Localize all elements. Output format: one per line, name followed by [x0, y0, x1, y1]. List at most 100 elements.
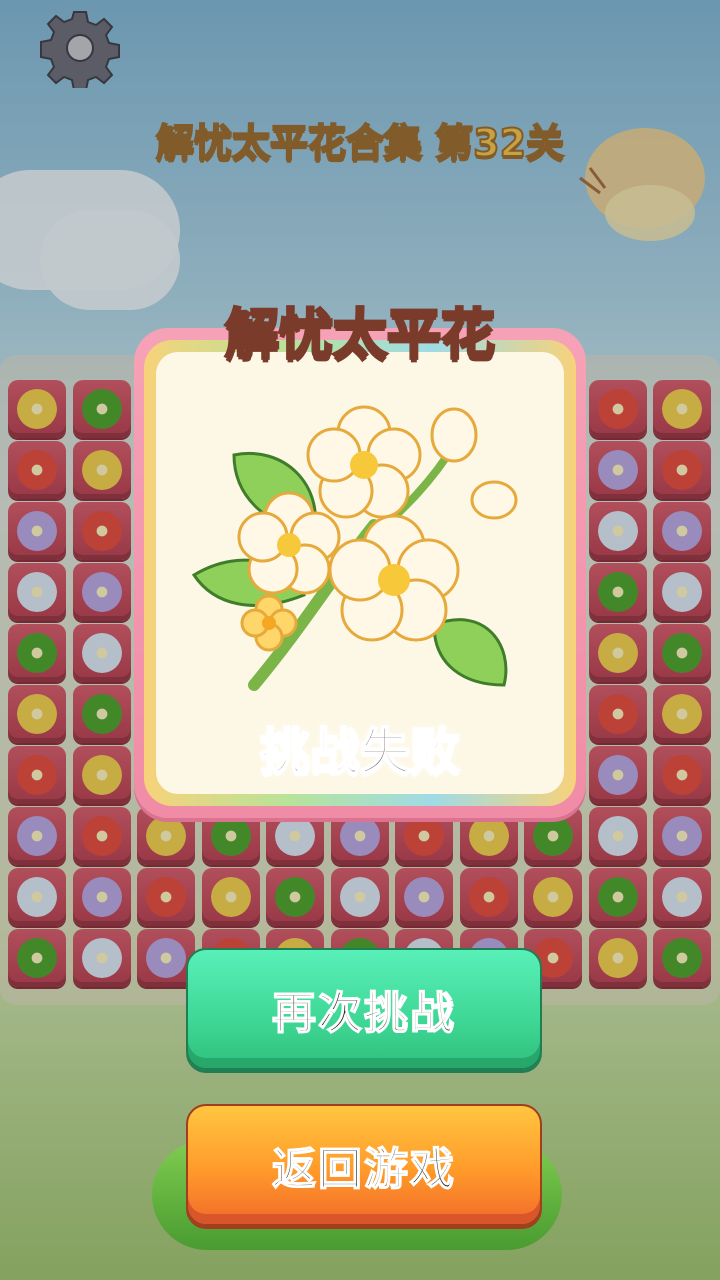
flower-icon [146, 938, 186, 978]
flower-tile[interactable] [395, 868, 453, 926]
flower-tile[interactable] [8, 807, 66, 865]
flower-tile[interactable] [72, 624, 131, 682]
flower-icon [339, 816, 380, 856]
flower-tile[interactable] [8, 624, 66, 682]
flower-tile[interactable] [72, 380, 131, 438]
flower-tile[interactable] [8, 563, 66, 621]
flower-icon [597, 816, 638, 856]
flower-tile[interactable] [653, 868, 711, 926]
flower-tile[interactable] [588, 929, 647, 987]
flower-tile[interactable] [8, 868, 66, 926]
flower-icon [17, 755, 57, 795]
flower-icon [597, 694, 638, 734]
flower-icon [81, 877, 122, 917]
flower-tile[interactable] [8, 746, 66, 804]
flower-icon [275, 877, 315, 917]
flower-icon [17, 450, 57, 490]
flower-icon [275, 816, 315, 856]
flower-icon [81, 694, 122, 734]
flower-tile[interactable] [653, 502, 711, 560]
flower-icon [81, 572, 122, 612]
back-button-label: 返回游戏 [271, 1143, 456, 1196]
butterfly-decoration [579, 128, 705, 241]
retry-button[interactable]: 再次挑战 [186, 948, 542, 1070]
flower-tile[interactable] [330, 868, 389, 926]
flower-tile[interactable] [8, 502, 66, 560]
modal-title: 解忧太平花 [224, 302, 497, 368]
flower-icon [404, 877, 444, 917]
flower-icon [597, 877, 638, 917]
flower-icon [81, 511, 122, 551]
flower-tile[interactable] [588, 563, 647, 621]
flower-icon [17, 694, 57, 734]
flower-icon [210, 816, 251, 856]
flower-tile[interactable] [653, 685, 711, 743]
flower-tile[interactable] [266, 868, 324, 926]
flower-icon [662, 694, 702, 734]
flower-tile[interactable] [524, 868, 582, 926]
flower-icon [662, 389, 702, 429]
flower-icon [597, 938, 638, 978]
flower-icon [597, 572, 638, 612]
flower-icon [597, 450, 638, 490]
flower-tile[interactable] [72, 746, 131, 804]
flower-icon [81, 633, 122, 673]
flower-tile[interactable] [8, 685, 66, 743]
flower-tile[interactable] [72, 563, 131, 621]
flower-icon [17, 816, 57, 856]
flower-tile[interactable] [653, 380, 711, 438]
flower-tile[interactable] [653, 807, 711, 865]
flower-icon [339, 877, 380, 917]
flower-icon [17, 572, 57, 612]
back-to-game-button[interactable]: 返回游戏 [186, 1104, 542, 1226]
flower-tile[interactable] [459, 868, 518, 926]
flower-icon [662, 511, 702, 551]
flower-icon [533, 877, 573, 917]
flower-icon [468, 877, 509, 917]
flower-tile[interactable] [588, 868, 647, 926]
flower-tile[interactable] [8, 929, 66, 987]
flower-icon [533, 816, 573, 856]
flower-tile[interactable] [72, 502, 131, 560]
flower-tile[interactable] [8, 380, 66, 438]
flower-icon [597, 511, 638, 551]
flower-tile[interactable] [653, 746, 711, 804]
flower-icon [81, 755, 122, 795]
flower-tile[interactable] [588, 624, 647, 682]
flower-icon [597, 633, 638, 673]
flower-tile[interactable] [137, 868, 195, 926]
flower-tile[interactable] [588, 746, 647, 804]
flower-tile[interactable] [72, 929, 131, 987]
flower-tile[interactable] [653, 563, 711, 621]
challenge-failed-text: 挑战失败 [259, 722, 461, 782]
flower-tile[interactable] [8, 441, 66, 499]
retry-button-label: 再次挑战 [271, 987, 456, 1040]
flower-tile[interactable] [588, 502, 647, 560]
flower-icon [597, 755, 638, 795]
flower-icon [662, 816, 702, 856]
flower-tile[interactable] [72, 807, 131, 865]
flower-icon [468, 816, 509, 856]
flower-tile[interactable] [72, 868, 131, 926]
flower-icon [662, 450, 702, 490]
flower-icon [662, 877, 702, 917]
flower-tile[interactable] [653, 624, 711, 682]
flower-tile[interactable] [653, 441, 711, 499]
flower-icon [662, 572, 702, 612]
flower-tile[interactable] [653, 929, 711, 987]
white-flower-branch-icon [191, 405, 518, 691]
flower-icon [81, 450, 122, 490]
flower-tile[interactable] [588, 380, 647, 438]
gear-icon[interactable] [40, 8, 120, 88]
flower-tile[interactable] [588, 807, 647, 865]
flower-icon [404, 816, 444, 856]
flower-icon [17, 389, 57, 429]
flower-tile[interactable] [588, 685, 647, 743]
flower-tile[interactable] [588, 441, 647, 499]
flower-tile[interactable] [201, 868, 260, 926]
flower-icon [17, 633, 57, 673]
flower-icon [17, 877, 57, 917]
flower-tile[interactable] [72, 685, 131, 743]
flower-tile[interactable] [72, 441, 131, 499]
flower-icon [81, 938, 122, 978]
